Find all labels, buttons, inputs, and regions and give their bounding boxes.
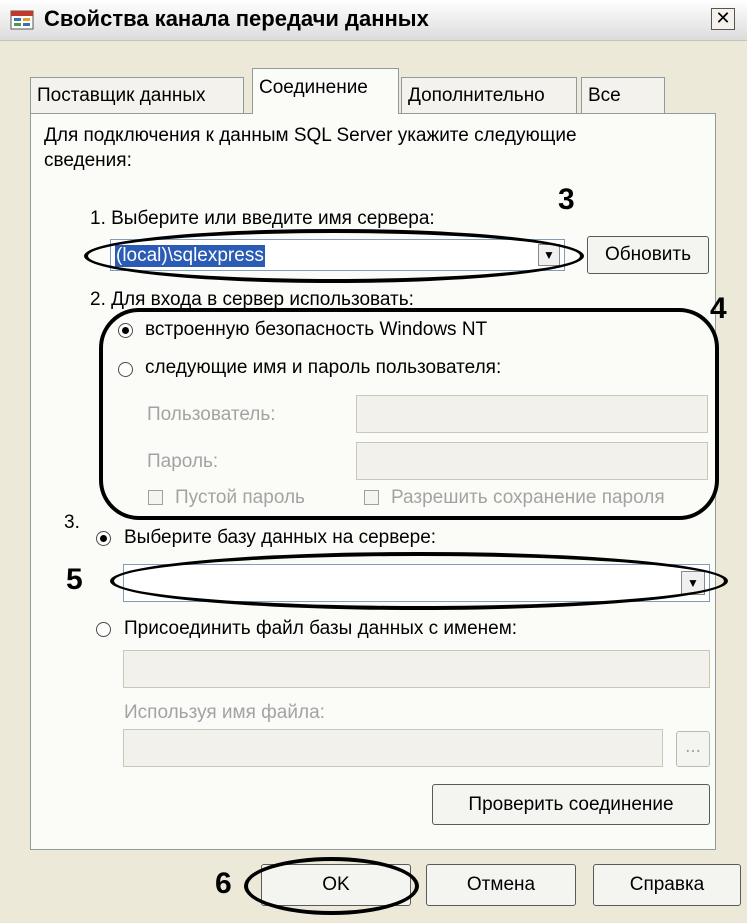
- chevron-down-icon[interactable]: ▼: [681, 571, 705, 595]
- allow-saving-label: Разрешить сохранение пароля: [391, 487, 665, 508]
- password-field[interactable]: [356, 442, 708, 480]
- login-step-label: 2. Для входа в сервер использовать:: [90, 289, 414, 310]
- database-combobox[interactable]: ▼: [123, 564, 710, 602]
- select-db-label: Выберите базу данных на сервере:: [124, 527, 437, 548]
- sql-auth-label: следующие имя и пароль пользователя:: [145, 357, 502, 378]
- cancel-button[interactable]: Отмена: [426, 864, 576, 906]
- intro-text-line2: сведения:: [44, 150, 132, 171]
- chevron-down-icon[interactable]: ▼: [538, 244, 560, 266]
- user-field[interactable]: [356, 395, 708, 433]
- refresh-button[interactable]: Обновить: [587, 236, 709, 274]
- server-name-combobox[interactable]: (local)\sqlexpress ▼: [110, 239, 565, 271]
- tab-connection[interactable]: Соединение: [252, 68, 399, 114]
- blank-password-checkbox[interactable]: [148, 490, 163, 505]
- attach-db-radio[interactable]: [96, 622, 111, 637]
- attach-db-field[interactable]: [123, 650, 710, 688]
- close-button[interactable]: ✕: [711, 8, 735, 30]
- browse-button[interactable]: ...: [676, 731, 710, 767]
- logical-name-label: Используя имя файла:: [124, 702, 325, 723]
- data-link-icon: [10, 10, 34, 30]
- sql-auth-radio[interactable]: [118, 362, 133, 377]
- intro-text-line1: Для подключения к данным SQL Server укаж…: [44, 125, 577, 146]
- annotation-number-3: 3: [558, 183, 575, 216]
- logical-name-field[interactable]: [123, 729, 663, 767]
- allow-saving-checkbox[interactable]: [364, 490, 379, 505]
- annotation-number-6: 6: [215, 867, 232, 900]
- annotation-number-4: 4: [710, 292, 727, 325]
- tab-all[interactable]: Все: [581, 77, 665, 113]
- help-button[interactable]: Справка: [593, 864, 741, 906]
- server-step-label: 1. Выберите или введите имя сервера:: [90, 208, 435, 229]
- ok-button[interactable]: OK: [261, 864, 411, 906]
- password-label: Пароль:: [147, 451, 219, 472]
- blank-password-label: Пустой пароль: [175, 487, 305, 508]
- test-connection-button[interactable]: Проверить соединение: [432, 784, 710, 825]
- database-step-label: 3.: [64, 512, 80, 533]
- tab-data-provider[interactable]: Поставщик данных: [30, 77, 244, 113]
- tab-advanced[interactable]: Дополнительно: [401, 77, 577, 113]
- windows-auth-label: встроенную безопасность Windows NT: [145, 319, 488, 340]
- user-label: Пользователь:: [147, 404, 276, 425]
- window-title: Свойства канала передачи данных: [44, 6, 429, 31]
- select-db-radio[interactable]: [96, 531, 111, 546]
- title-bar: Свойства канала передачи данных ✕: [0, 0, 747, 41]
- attach-db-label: Присоединить файл базы данных с именем:: [124, 618, 518, 639]
- windows-auth-radio[interactable]: [118, 323, 133, 338]
- annotation-number-5: 5: [66, 563, 83, 596]
- server-name-value: (local)\sqlexpress: [115, 245, 265, 267]
